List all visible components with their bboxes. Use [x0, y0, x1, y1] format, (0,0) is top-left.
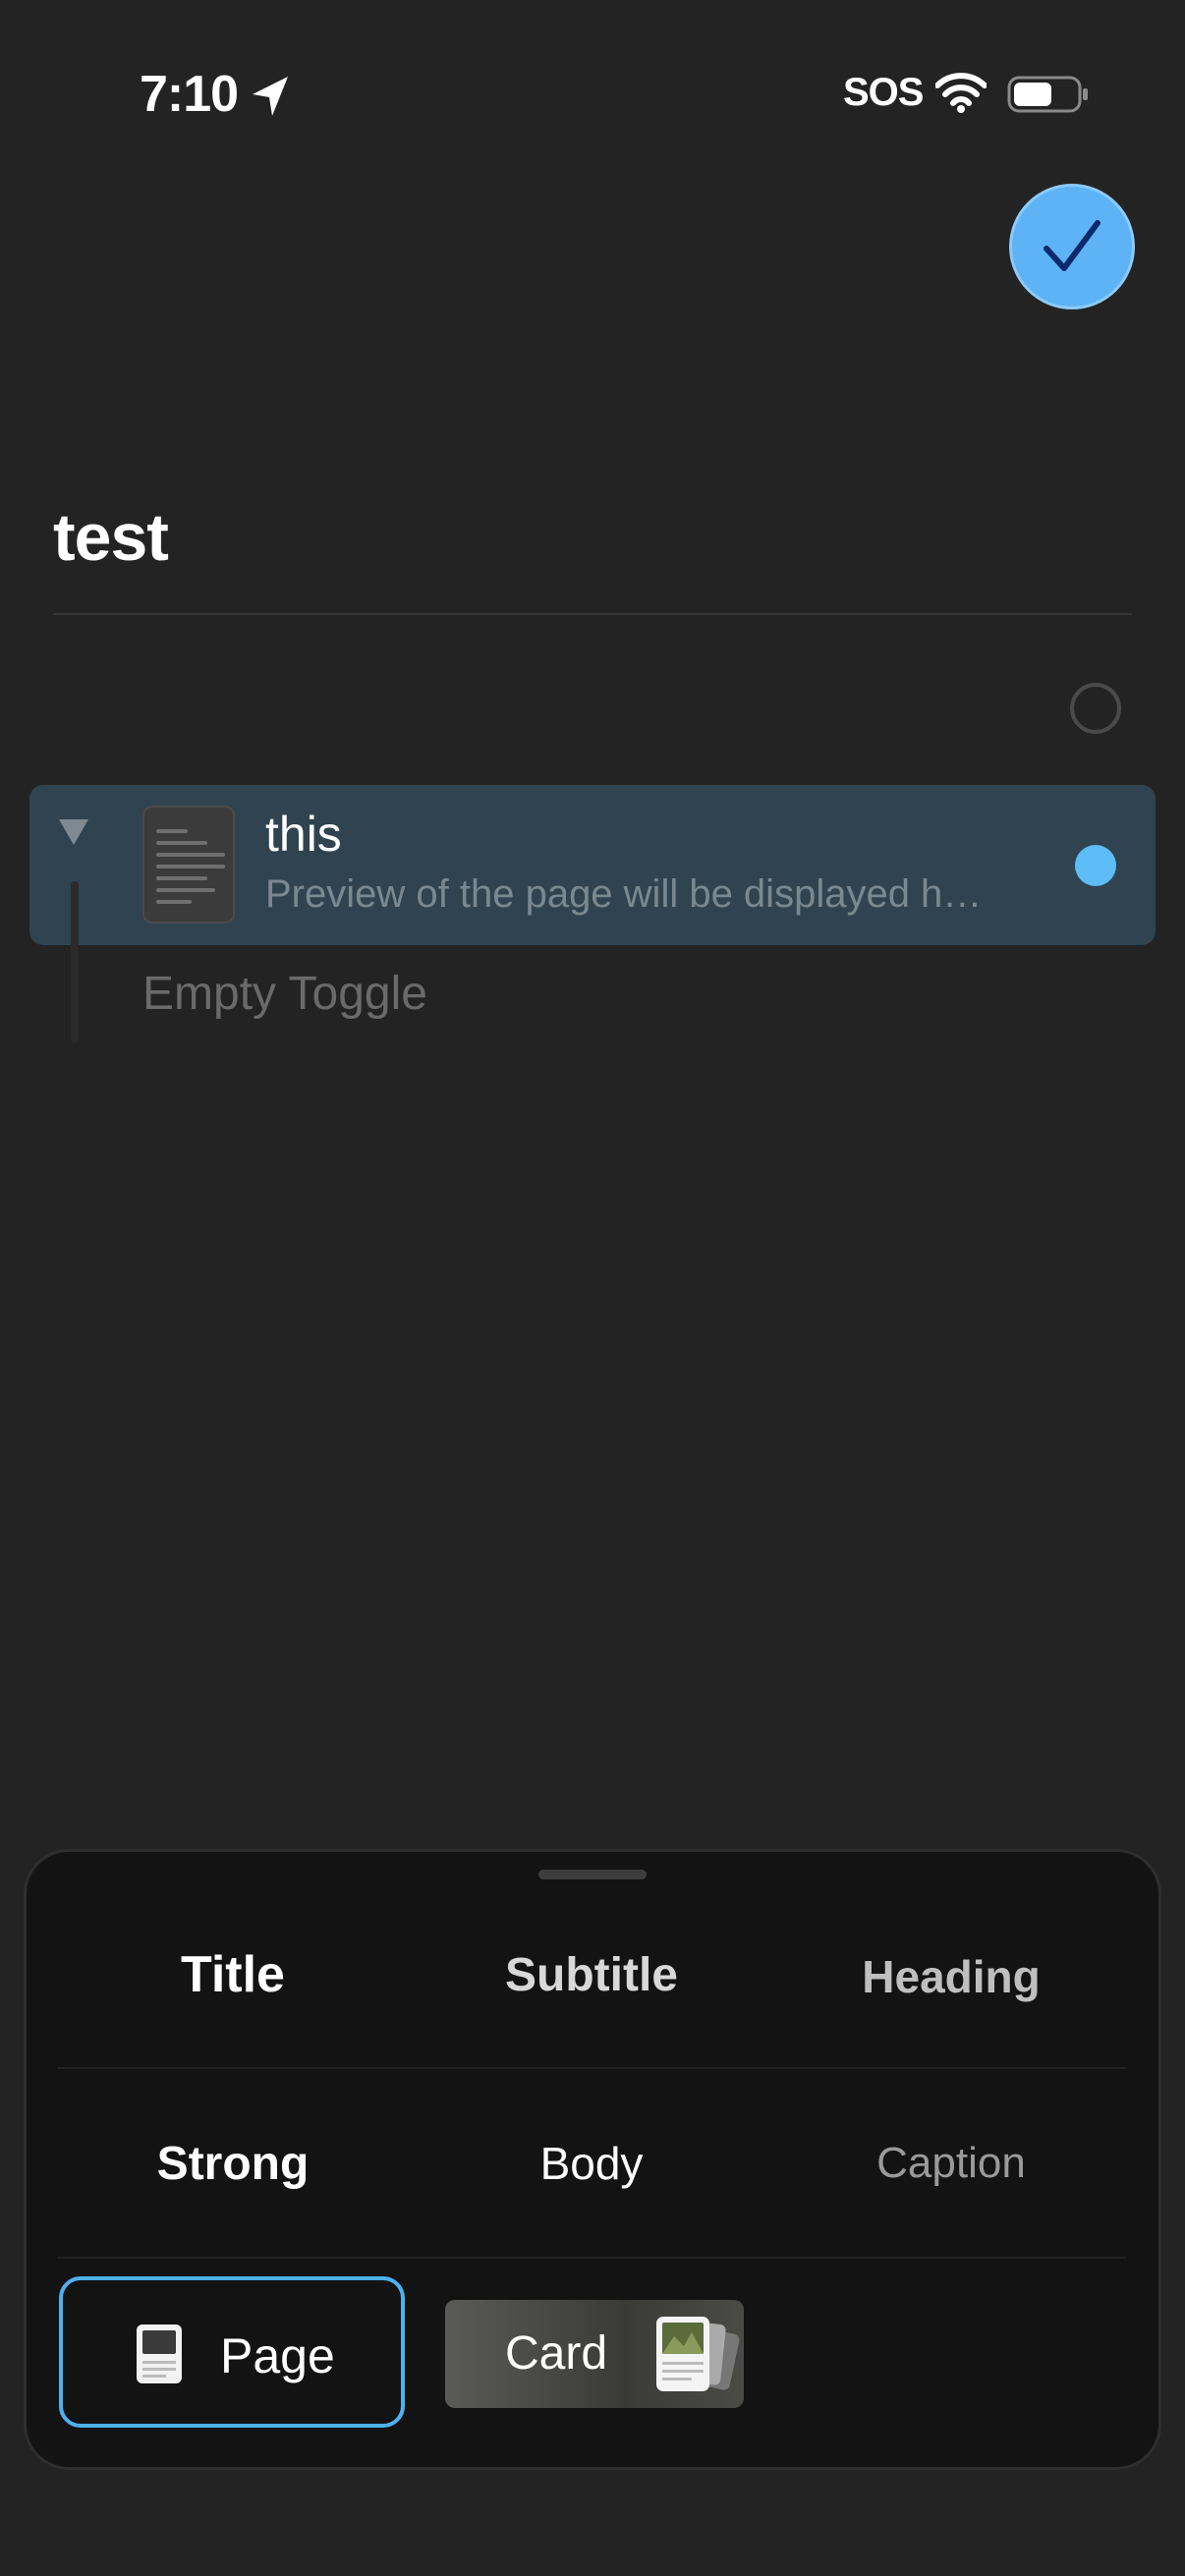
title-divider: [53, 613, 1132, 615]
location-arrow-icon: [253, 77, 288, 116]
style-option-subtitle[interactable]: Subtitle: [444, 1948, 739, 2002]
toggle-row-preview: Preview of the page will be displayed h…: [265, 872, 983, 916]
card-preview-icon: [656, 2317, 740, 2391]
sheet-drag-handle[interactable]: [538, 1870, 647, 1879]
status-sos: SOS: [843, 71, 924, 114]
done-button[interactable]: [1009, 184, 1135, 309]
block-select-radio[interactable]: [1070, 683, 1121, 734]
page-icon: [137, 2324, 182, 2383]
toggle-row-title: this: [265, 807, 342, 862]
style-option-strong[interactable]: Strong: [85, 2137, 380, 2191]
status-time: 7:10: [140, 66, 239, 123]
sheet-divider: [57, 2067, 1126, 2069]
style-option-caption[interactable]: Caption: [804, 2139, 1099, 2188]
selected-radio[interactable]: [1075, 845, 1116, 886]
empty-toggle-placeholder[interactable]: Empty Toggle: [142, 967, 427, 1021]
wifi-icon: [935, 73, 987, 113]
battery-icon: [1007, 76, 1088, 113]
toggle-triangle-icon[interactable]: [57, 815, 90, 849]
page-title[interactable]: test: [53, 499, 169, 576]
style-option-title[interactable]: Title: [85, 1945, 380, 2004]
checkmark-icon: [1044, 220, 1100, 271]
toggle-guide-line: [71, 881, 79, 1043]
sheet-divider: [57, 2257, 1126, 2259]
page-button-label: Page: [220, 2328, 335, 2383]
card-button-label: Card: [505, 2327, 608, 2380]
style-option-heading[interactable]: Heading: [804, 1950, 1099, 2003]
style-option-body[interactable]: Body: [444, 2137, 739, 2190]
page-thumbnail-icon: [142, 806, 235, 924]
